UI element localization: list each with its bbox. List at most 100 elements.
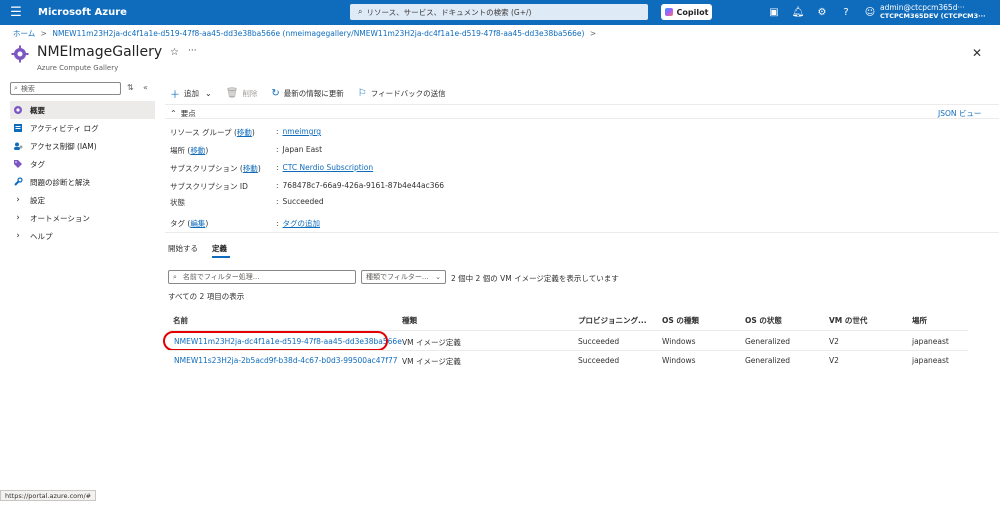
breadcrumb-home[interactable]: ホーム: [13, 29, 35, 38]
type-filter-placeholder: 種類でフィルター...: [366, 273, 429, 281]
tab-selected-indicator: [212, 256, 230, 258]
copilot-icon: [664, 8, 673, 16]
subscription-label-text: サブスクリプション: [170, 164, 238, 173]
column-header-os-type[interactable]: OS の種類: [662, 315, 699, 326]
divider: [165, 232, 999, 233]
copilot-button[interactable]: Copilot: [661, 4, 712, 20]
sidebar: 概要 アクティビティ ログ アクセス制御 (IAM) タグ 問題の診断と解決 ›…: [10, 101, 155, 245]
more-options-icon[interactable]: ···: [188, 46, 197, 56]
status-value: : Succeeded: [276, 197, 324, 206]
name-filter-input[interactable]: ⌕ 名前でフィルター処理...: [168, 270, 356, 284]
column-header-vm-generation[interactable]: VM の世代: [829, 315, 867, 326]
sidebar-item-label: 設定: [30, 195, 45, 205]
add-label: 追加: [184, 88, 199, 98]
chevron-up-icon: ⌃: [170, 109, 177, 118]
subscription-id-text: 768478c7-66a9-426a-9161-87b4e44ac366: [282, 181, 445, 190]
definition-name-link[interactable]: NMEW11s23H2ja-2b5acd9f-b38d-4c67-b0d3-99…: [174, 356, 398, 365]
refresh-button[interactable]: ↻ 最新の情報に更新: [271, 88, 343, 99]
location-value: : Japan East: [276, 145, 323, 154]
chevron-down-icon: ⌄: [205, 88, 212, 98]
sidebar-item-settings[interactable]: › 設定: [10, 191, 155, 209]
sidebar-item-label: アクセス制御 (IAM): [30, 141, 97, 151]
definition-type: VM イメージ定義: [402, 357, 461, 366]
resource-group-link[interactable]: nmeimgrg: [283, 127, 322, 136]
sidebar-item-label: ヘルプ: [30, 231, 53, 241]
help-icon[interactable]: ?: [834, 7, 858, 18]
sidebar-item-help[interactable]: › ヘルプ: [10, 227, 155, 245]
close-icon[interactable]: ✕: [972, 46, 982, 60]
location-move-link[interactable]: 移動: [190, 146, 205, 155]
favorite-star-icon[interactable]: ☆: [170, 47, 179, 58]
copilot-label: Copilot: [676, 7, 709, 17]
divider: [165, 118, 999, 119]
column-header-provisioning[interactable]: プロビジョニング...: [578, 315, 647, 326]
brand-title[interactable]: Microsoft Azure: [38, 7, 127, 18]
sidebar-item-iam[interactable]: アクセス制御 (IAM): [10, 137, 155, 155]
definition-vm-generation: V2: [829, 337, 839, 346]
feedback-button[interactable]: ⚐ フィードバックの送信: [358, 88, 446, 99]
refresh-label: 最新の情報に更新: [283, 88, 344, 98]
feedback-icon[interactable]: ☺: [858, 7, 882, 18]
sidebar-collapse-icon[interactable]: «: [143, 83, 148, 92]
sidebar-search-input[interactable]: ⌕ 検索: [10, 82, 121, 95]
sidebar-item-diagnose[interactable]: 問題の診断と解決: [10, 173, 155, 191]
table-divider: [168, 350, 968, 351]
sidebar-item-overview[interactable]: 概要: [10, 101, 155, 119]
compute-gallery-icon: [11, 45, 29, 63]
refresh-icon: ↻: [271, 87, 280, 99]
status-label: 状態: [170, 198, 185, 207]
subscription-move-link[interactable]: 移動: [243, 164, 258, 173]
account-menu[interactable]: admin@ctcpcm365d··· CTCPCM365DEV (CTCPCM…: [880, 3, 998, 21]
resource-group-move-link[interactable]: 移動: [237, 128, 252, 137]
settings-gear-icon[interactable]: ⚙: [810, 7, 834, 18]
notifications-icon[interactable]: 🔔︎: [786, 7, 810, 18]
page-subtitle: Azure Compute Gallery: [37, 64, 119, 72]
sidebar-item-tags[interactable]: タグ: [10, 155, 155, 173]
tags-add-link[interactable]: タグの追加: [283, 219, 321, 228]
column-header-type[interactable]: 種類: [402, 315, 417, 326]
delete-button[interactable]: 🗑︎ 削除: [226, 88, 258, 99]
trash-icon: 🗑︎: [225, 87, 239, 99]
tab-get-started[interactable]: 開始する: [168, 243, 198, 254]
resource-group-label-text: リソース グループ: [170, 128, 232, 137]
sidebar-sort-icon[interactable]: ⇅: [127, 83, 134, 92]
cloud-shell-icon[interactable]: ▣: [762, 7, 786, 18]
breadcrumb-current[interactable]: NMEW11m23H2ja-dc4f1a1e-d519-47f8-aa45-dd…: [52, 29, 584, 38]
definition-location: japaneast: [912, 337, 949, 346]
definition-type: VM イメージ定義: [402, 338, 461, 347]
page-title: NMEImageGallery: [37, 44, 163, 60]
subscription-label: サブスクリプション (移動): [170, 164, 261, 173]
chevron-right-icon: ›: [16, 195, 20, 205]
sidebar-search-placeholder: 検索: [20, 84, 35, 93]
menu-icon[interactable]: ☰: [0, 0, 32, 25]
column-header-os-state[interactable]: OS の状態: [745, 315, 782, 326]
tags-value: : タグの追加: [276, 219, 321, 228]
account-email: admin@ctcpcm365d···: [880, 3, 965, 12]
subscription-value: : CTC Nerdio Subscription: [276, 163, 374, 172]
account-org: CTCPCM365DEV (CTCPCM3···: [880, 12, 986, 20]
search-icon: ⌕: [358, 7, 363, 16]
tag-icon: [12, 159, 24, 169]
subscription-link[interactable]: CTC Nerdio Subscription: [283, 163, 374, 172]
definition-os-state: Generalized: [745, 356, 790, 365]
highlight-annotation: [163, 331, 388, 351]
tab-definitions[interactable]: 定義: [212, 243, 227, 254]
feedback-label: フィードバックの送信: [370, 88, 446, 98]
name-filter-placeholder: 名前でフィルター処理...: [182, 273, 260, 281]
chevron-down-icon: ⌄: [435, 273, 441, 281]
search-icon: ⌕: [14, 84, 18, 92]
column-header-location[interactable]: 場所: [912, 315, 927, 326]
tags-edit-link[interactable]: 編集: [190, 219, 205, 228]
feedback-person-icon: ⚐: [357, 87, 367, 99]
add-button[interactable]: ＋ 追加 ⌄: [170, 86, 212, 101]
type-filter-select[interactable]: 種類でフィルター... ⌄: [361, 270, 446, 284]
sidebar-item-activity-log[interactable]: アクティビティ ログ: [10, 119, 155, 137]
column-header-name[interactable]: 名前: [173, 315, 188, 326]
global-search-input[interactable]: ⌕ リソース、サービス、ドキュメントの検索 (G+/): [350, 4, 648, 20]
chevron-right-icon: ›: [16, 231, 20, 241]
sidebar-item-label: アクティビティ ログ: [30, 123, 99, 133]
divider: [165, 104, 999, 105]
subscription-id-label: サブスクリプション ID: [170, 182, 248, 191]
showing-items-text: すべての 2 項目の表示: [168, 292, 245, 301]
sidebar-item-automation[interactable]: › オートメーション: [10, 209, 155, 227]
